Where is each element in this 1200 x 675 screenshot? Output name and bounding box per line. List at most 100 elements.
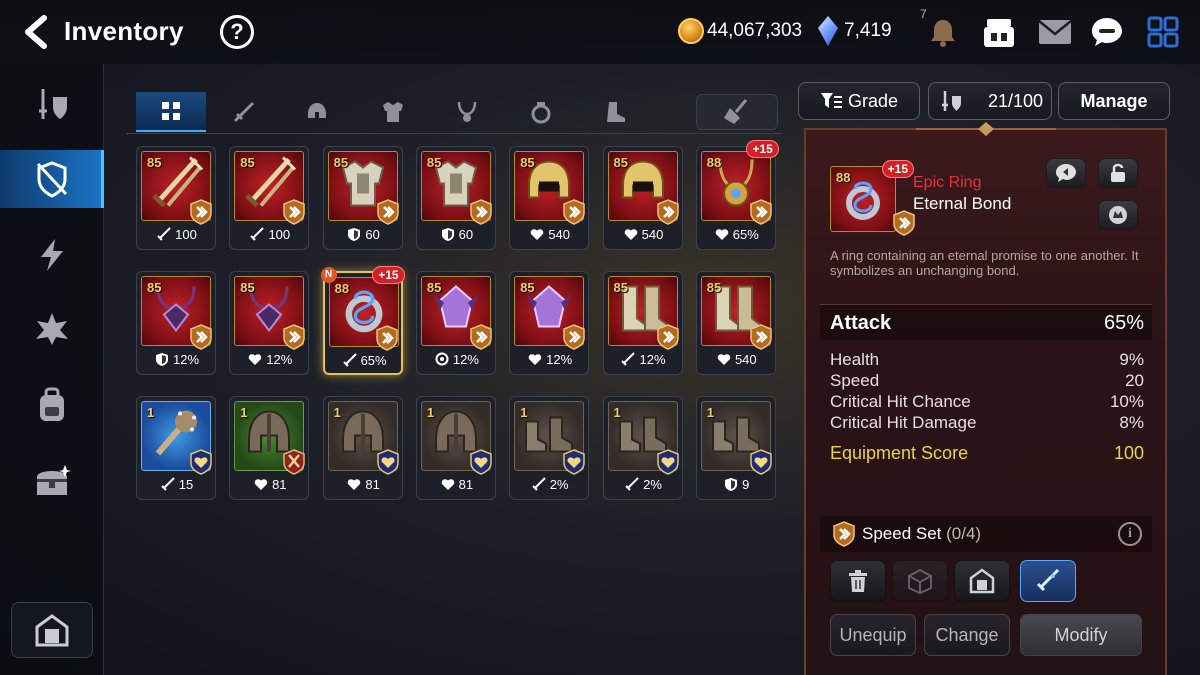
inventory-item[interactable]: 1 81 [415, 396, 496, 500]
manage-button[interactable]: Manage [1058, 82, 1170, 120]
inventory-item[interactable]: 85 540 [602, 146, 683, 250]
inventory-item[interactable]: 1 2% [509, 396, 590, 500]
item-stat: 60 [324, 227, 404, 242]
health-icon [254, 477, 268, 491]
sidebar-item-chest[interactable] [0, 452, 104, 510]
inventory-item[interactable]: 85 60 [415, 146, 496, 250]
mail-icon[interactable] [1036, 13, 1074, 51]
sidebar-item-unequipped[interactable] [0, 150, 104, 208]
inventory-item[interactable]: 85 12% [509, 271, 590, 375]
chat-icon[interactable] [1088, 13, 1126, 51]
inventory-item[interactable]: 1 15 [136, 396, 216, 500]
item-stat: 81 [230, 477, 310, 492]
inventory-item[interactable]: 1 2% [602, 396, 683, 500]
modify-button[interactable]: Modify [1020, 614, 1142, 656]
inventory-item[interactable]: 19 [695, 396, 776, 500]
unequip-button[interactable]: Unequip [830, 614, 916, 656]
substat-label: Critical Hit Chance [830, 392, 971, 411]
store-button[interactable] [954, 560, 1010, 602]
inventory-item[interactable]: 85 540 [509, 146, 590, 250]
sell-button[interactable] [830, 560, 886, 602]
item-stat: 65% [325, 353, 405, 368]
health-icon [715, 227, 729, 241]
info-icon[interactable]: i [1118, 522, 1142, 546]
helmet-icon [308, 103, 326, 118]
storehouse-icon [35, 614, 69, 647]
inventory-item[interactable]: 85 12% [602, 271, 684, 375]
chat-share-icon [1056, 164, 1076, 182]
health-icon [347, 477, 361, 491]
score-label: Equipment Score [830, 443, 969, 463]
item-stat-value: 540 [548, 227, 571, 242]
top-bar: Inventory ? 44,067,303 7,419 7 [0, 0, 1200, 64]
substat-label: Health [830, 350, 880, 369]
speed-set-icon [282, 199, 306, 225]
item-stat-value: 12% [452, 352, 479, 367]
inventory-item[interactable]: 85 12% [229, 271, 310, 375]
tab-armor[interactable] [358, 92, 428, 132]
sort-grade-button[interactable]: Grade [798, 82, 920, 120]
change-button[interactable]: Change [924, 614, 1010, 656]
lock-button[interactable] [1098, 158, 1138, 188]
item-level: 1 [706, 405, 715, 420]
tab-weapon[interactable] [210, 92, 280, 132]
shop-icon[interactable] [980, 13, 1018, 51]
item-stat-value: 12% [546, 352, 573, 367]
item-stat-value: 81 [272, 477, 287, 492]
enhance-button[interactable] [1020, 560, 1076, 602]
item-stat-value: 12% [266, 352, 293, 367]
inventory-item[interactable]: 85 60 [322, 146, 404, 250]
item-stat: 12% [604, 352, 684, 367]
shield-slash-icon [36, 161, 68, 198]
defense-icon [155, 352, 169, 366]
inventory-item[interactable]: 88 +15 65% [695, 140, 779, 250]
item-level: 85 [333, 155, 349, 170]
sidebar-item-materials[interactable] [0, 376, 104, 434]
sword-shield-icon [39, 89, 67, 119]
inventory-item[interactable]: 85 100 [229, 146, 310, 250]
tab-helmet[interactable] [282, 92, 352, 132]
substat-row: Critical Hit Chance 10% [830, 392, 1144, 413]
grid-icon [162, 102, 180, 120]
tab-boots[interactable] [580, 92, 650, 132]
cube-icon [908, 568, 932, 594]
share-button[interactable] [1046, 158, 1086, 188]
tab-all[interactable] [136, 92, 206, 132]
item-level: 85 [426, 280, 442, 295]
inventory-item[interactable]: 85 12% [415, 271, 496, 375]
inventory-item[interactable]: 85 540 [695, 271, 776, 375]
bell-icon[interactable] [924, 13, 962, 51]
sort-label: Grade [847, 90, 899, 111]
speed-set-icon [749, 199, 773, 225]
storage-button[interactable] [11, 602, 93, 658]
detail-description: A ring containing an eternal promise to … [830, 248, 1139, 278]
exclusive-hero-button[interactable] [1098, 200, 1138, 230]
tab-ring[interactable] [506, 92, 576, 132]
capacity-button[interactable]: 21/100 [928, 82, 1052, 120]
tab-necklace[interactable] [432, 92, 502, 132]
inventory-item[interactable]: 1 81 [229, 396, 310, 500]
sidebar-item-catalyst[interactable] [0, 300, 104, 358]
auto-sell-button[interactable] [696, 94, 778, 130]
sidebar-item-gear[interactable] [0, 76, 104, 134]
extract-button[interactable] [892, 560, 948, 602]
inventory-item[interactable]: 85 12% [136, 271, 216, 375]
substat-label: Critical Hit Damage [830, 413, 977, 432]
speed-set-icon [376, 199, 400, 225]
chest-icon [37, 465, 71, 495]
item-stat: 81 [324, 477, 404, 492]
equipment-score-row: Equipment Score 100 [830, 443, 1144, 464]
inventory-item[interactable]: 1 81 [322, 396, 404, 500]
sidebar-item-artifact[interactable] [0, 226, 104, 284]
item-stat-value: 65% [360, 353, 387, 368]
item-level: 85 [613, 280, 628, 295]
item-stat-value: 100 [268, 227, 291, 242]
health-icon [530, 227, 544, 241]
menu-grid-icon[interactable] [1144, 13, 1182, 51]
item-level: 1 [333, 405, 341, 420]
help-icon[interactable]: ? [220, 15, 254, 49]
inventory-item[interactable]: 88 +15 N 65% [320, 266, 405, 375]
item-stat-value: 81 [365, 477, 380, 492]
inventory-item[interactable]: 85 100 [136, 146, 216, 250]
back-arrow-icon[interactable] [18, 14, 54, 50]
